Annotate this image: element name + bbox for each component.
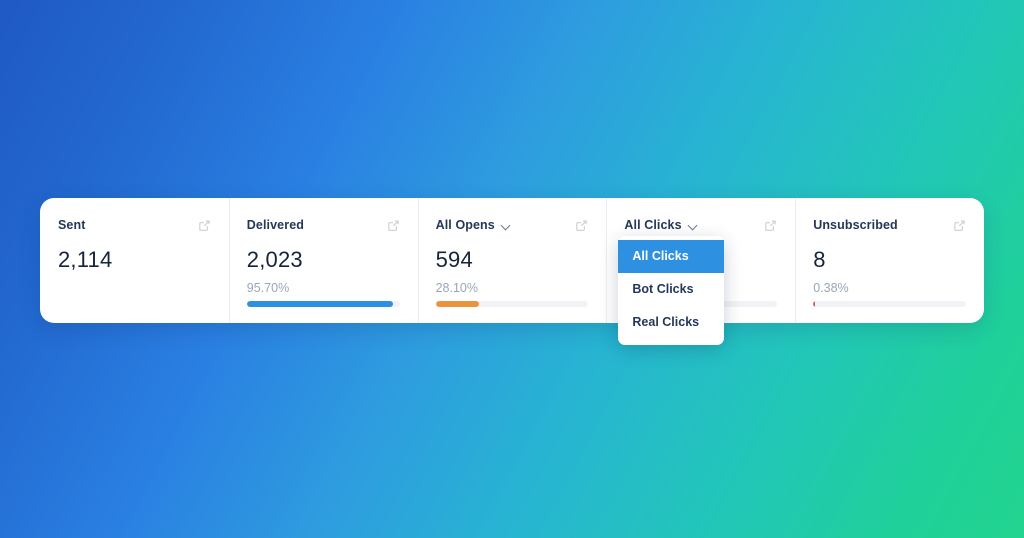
card-header: All Clicks (624, 216, 777, 234)
dropdown-item-all-clicks[interactable]: All Clicks (618, 240, 725, 273)
card-title: Sent (58, 218, 86, 232)
card-value: 8 (813, 247, 826, 272)
card-title: All Opens (435, 218, 495, 232)
campaign-stats-panel: Sent 2,114 Delivered 2,023 95.70% All Op… (40, 198, 984, 345)
external-link-icon[interactable] (198, 219, 211, 232)
stat-card-all-opens[interactable]: All Opens 594 28.10% (417, 198, 607, 323)
card-header: Delivered (247, 216, 400, 234)
card-percent: 0.38% (813, 281, 849, 295)
card-title: Unsubscribed (813, 218, 898, 232)
stat-card-sent[interactable]: Sent 2,114 (40, 198, 229, 323)
dropdown-item-bot-clicks[interactable]: Bot Clicks (618, 273, 724, 306)
card-value: 2,114 (58, 247, 113, 272)
stat-card-unsubscribed[interactable]: Unsubscribed 8 0.38% (795, 198, 984, 323)
external-link-icon[interactable] (764, 219, 777, 232)
progress-track (813, 301, 966, 307)
progress-fill (813, 301, 816, 307)
progress-track (435, 301, 589, 307)
card-value: 2,023 (246, 247, 303, 272)
stat-card-delivered[interactable]: Delivered 2,023 95.70% (228, 198, 418, 323)
clicks-dropdown-menu[interactable]: All Clicks Bot Clicks Real Clicks (618, 236, 725, 345)
external-link-icon[interactable] (953, 219, 966, 232)
stat-card-all-clicks[interactable]: All Clicks All Clicks Bot Clicks Real Cl… (606, 198, 795, 345)
progress-track (246, 301, 400, 307)
card-title: All Clicks (624, 218, 682, 232)
card-percent: 28.10% (435, 281, 478, 295)
dropdown-item-real-clicks[interactable]: Real Clicks (618, 306, 724, 339)
card-title: Delivered (246, 218, 304, 232)
chevron-down-icon[interactable] (502, 221, 511, 230)
external-link-icon[interactable] (387, 219, 400, 232)
card-header: Unsubscribed (813, 216, 966, 234)
card-value: 594 (435, 247, 473, 272)
external-link-icon[interactable] (575, 219, 588, 232)
progress-fill (246, 301, 394, 307)
card-header: All Opens (436, 216, 589, 234)
chevron-down-icon[interactable] (689, 221, 698, 230)
card-header: Sent (58, 216, 211, 234)
progress-fill (435, 301, 479, 307)
card-percent: 95.70% (246, 281, 290, 295)
